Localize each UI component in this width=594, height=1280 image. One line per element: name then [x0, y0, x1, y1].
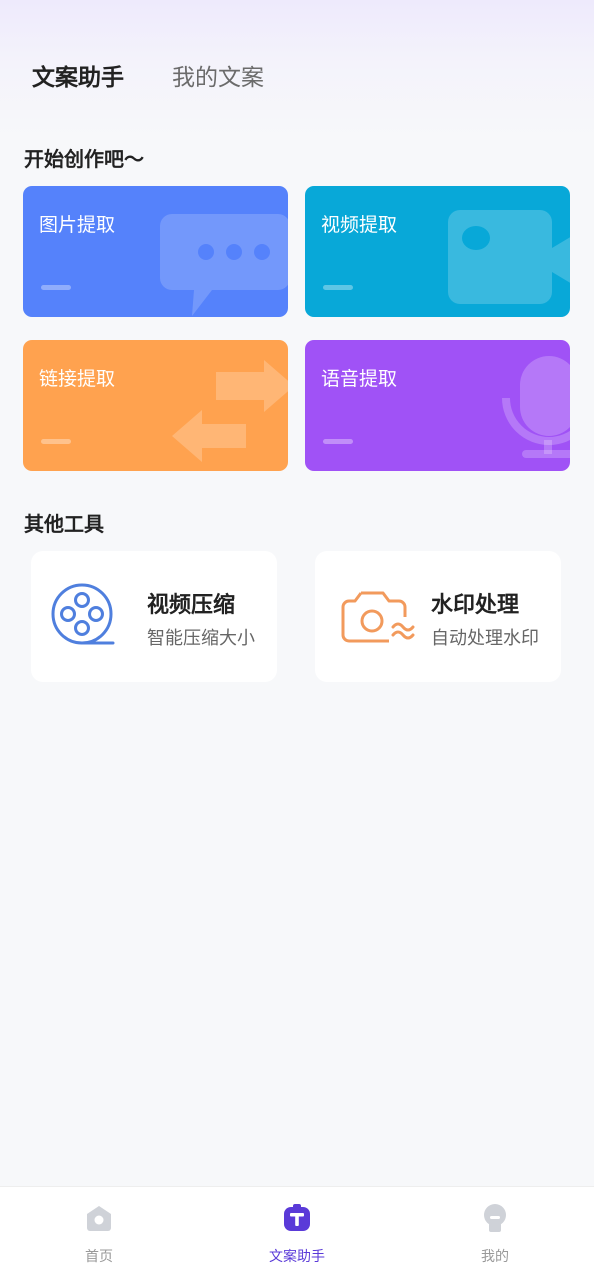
card-image-extract[interactable]: 图片提取 [23, 186, 288, 317]
card-dash-decoration [41, 285, 71, 290]
chat-bubble-icon [160, 214, 288, 316]
tool-subtitle: 智能压缩大小 [147, 628, 255, 649]
tab-copywriting-assistant[interactable]: 文案助手 [32, 58, 124, 92]
profile-icon [484, 1204, 506, 1232]
card-voice-extract[interactable]: 语音提取 [305, 340, 570, 471]
tab-my-copies[interactable]: 我的文案 [172, 58, 264, 92]
nav-item-profile[interactable]: 我的 [396, 1187, 594, 1280]
text-t-icon [284, 1204, 310, 1231]
nav-label: 文案助手 [269, 1249, 325, 1265]
card-video-extract[interactable]: 视频提取 [305, 186, 570, 317]
microphone-icon [502, 356, 570, 458]
tool-video-compress[interactable]: 视频压缩 智能压缩大小 [31, 551, 277, 682]
camera-wave-icon [341, 591, 415, 643]
card-link-extract[interactable]: 链接提取 [23, 340, 288, 471]
tool-title: 视频压缩 [147, 593, 236, 618]
card-label: 语音提取 [321, 368, 398, 390]
tool-title: 水印处理 [431, 593, 520, 618]
card-label: 链接提取 [39, 368, 116, 390]
nav-item-copy-assistant[interactable]: 文案助手 [198, 1187, 396, 1280]
tool-subtitle: 自动处理水印 [431, 628, 539, 649]
card-dash-decoration [323, 285, 353, 290]
swap-arrows-icon [172, 360, 288, 462]
tool-watermark[interactable]: 水印处理 自动处理水印 [315, 551, 561, 682]
nav-label: 我的 [481, 1249, 509, 1265]
card-label: 图片提取 [39, 214, 116, 236]
video-camera-icon [448, 210, 570, 304]
home-icon [87, 1206, 111, 1231]
nav-label: 首页 [85, 1249, 113, 1265]
bottom-navigation-bar: 首页 文案助手 我的 [0, 1186, 594, 1280]
tools-section-title: 其他工具 [24, 512, 104, 536]
top-tabs: 文案助手 我的文案 [32, 58, 312, 92]
nav-item-home[interactable]: 首页 [0, 1187, 198, 1280]
card-label: 视频提取 [321, 214, 398, 236]
card-dash-decoration [41, 439, 71, 444]
create-section-title: 开始创作吧～ [24, 147, 144, 171]
card-dash-decoration [323, 439, 353, 444]
film-reel-icon [51, 583, 115, 645]
